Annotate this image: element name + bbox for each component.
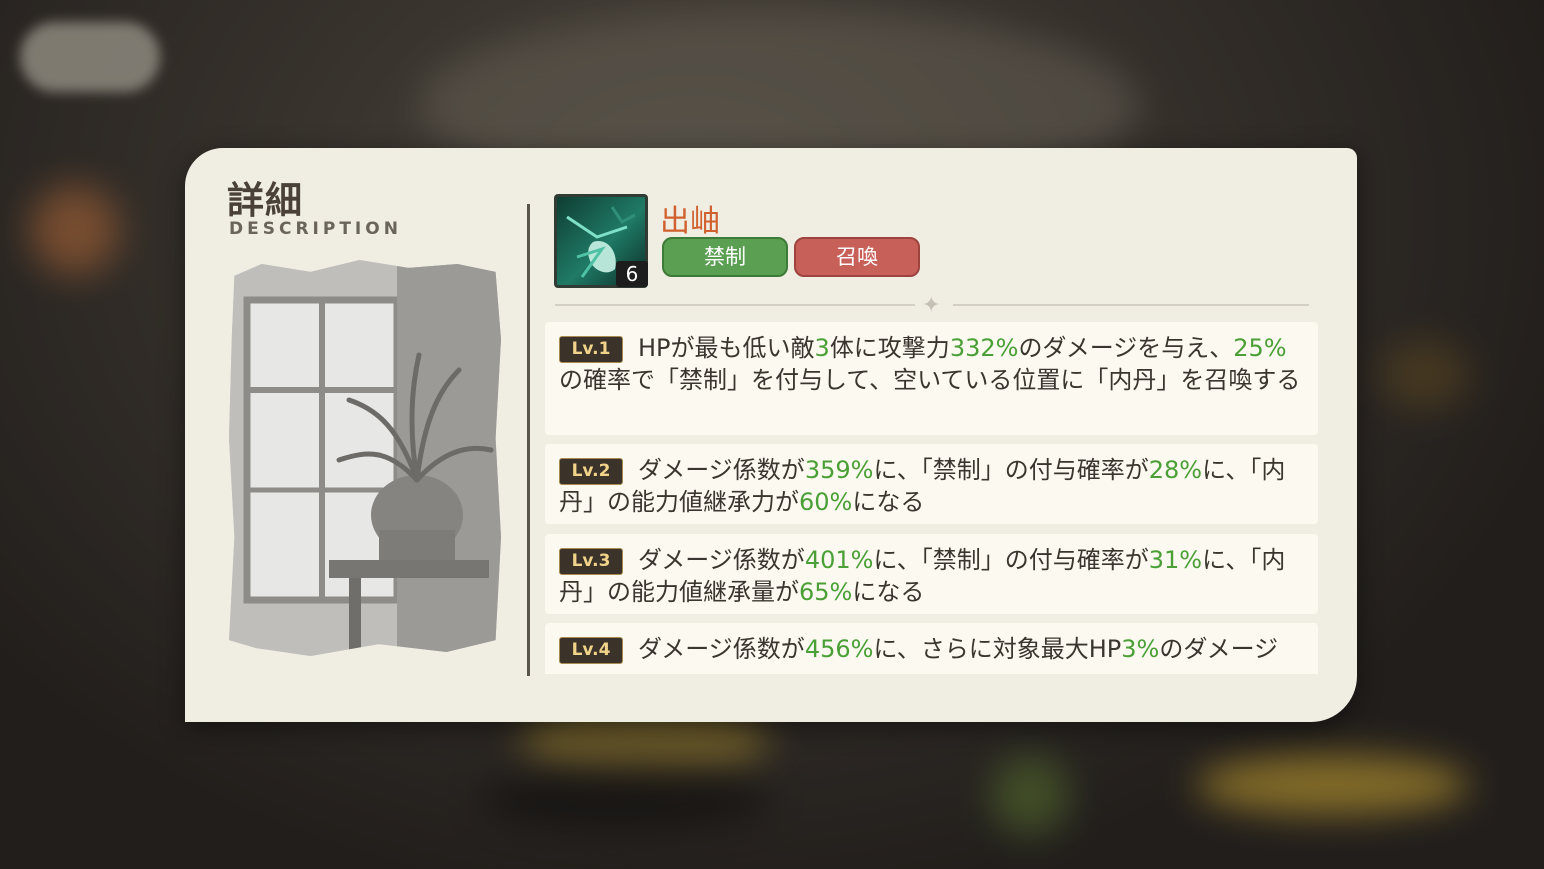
level-entry: Lv.1 HPが最も低い敵3体に攻撃力332%のダメージを与え、25% の確率で「禁… (545, 322, 1318, 435)
separator-star-icon: ✦ (922, 293, 941, 318)
description-text: のダメージを与え、 (1018, 334, 1234, 362)
dialog-title: 詳細 (227, 179, 303, 222)
level-description-list[interactable]: Lv.1 HPが最も低い敵3体に攻撃力332%のダメージを与え、25% の確率で「禁… (545, 322, 1318, 674)
separator-left (555, 304, 915, 306)
value-highlight: 3% (1121, 635, 1160, 663)
level-badge: Lv.1 (559, 336, 623, 363)
description-text: の確率で「禁制」を付与して、空いている位置に「内丹」を召喚する (559, 366, 1301, 394)
description-text: に、「禁制」の付与確率が (873, 456, 1149, 484)
description-text: に、「禁制」の付与確率が (873, 546, 1149, 574)
value-highlight: 3 (814, 334, 830, 362)
description-text: ダメージ係数が (638, 635, 805, 663)
tag-summon: 召喚 (794, 237, 920, 277)
description-text: のダメージ (1159, 635, 1279, 663)
vertical-divider (527, 204, 530, 676)
level-entry: Lv.4 ダメージ係数が456%に、さらに対象最大HP3%のダメージ (545, 623, 1318, 674)
description-text: に、さらに対象最大HP (873, 635, 1122, 663)
level-text: Lv.1 HPが最も低い敵3体に攻撃力332%のダメージを与え、25% の確率で「禁… (559, 332, 1304, 396)
value-highlight: 25% (1233, 334, 1287, 362)
description-text: になる (852, 578, 925, 606)
value-highlight: 65% (799, 578, 853, 606)
separator-right (953, 304, 1309, 306)
value-highlight: 28% (1148, 456, 1203, 484)
description-text: ダメージ係数が (638, 546, 805, 574)
tag-restriction: 禁制 (662, 237, 788, 277)
description-text: HPが最も低い敵 (638, 334, 815, 362)
level-badge: Lv.3 (559, 548, 623, 575)
skill-level-badge: 6 (616, 261, 648, 287)
level-badge: Lv.4 (559, 637, 623, 664)
level-entry: Lv.3 ダメージ係数が401%に、「禁制」の付与確率が31%に、「内丹」の能力値… (545, 534, 1318, 614)
level-text: Lv.3 ダメージ係数が401%に、「禁制」の付与確率が31%に、「内丹」の能力値… (559, 544, 1304, 608)
level-badge: Lv.2 (559, 458, 623, 485)
description-dialog: 詳細 DESCRIPTION 6 出岫 禁制 召喚 ✦ Lv.1 HPが最も低い… (185, 148, 1357, 722)
value-highlight: 31% (1148, 546, 1203, 574)
value-highlight: 332% (949, 334, 1019, 362)
value-highlight: 60% (799, 488, 853, 516)
level-entry: Lv.2 ダメージ係数が359%に、「禁制」の付与確率が28%に、「内丹」の能力値… (545, 444, 1318, 524)
skill-name: 出岫 (660, 204, 720, 239)
value-highlight: 456% (804, 635, 874, 663)
dialog-subtitle: DESCRIPTION (229, 219, 402, 239)
description-text: 体に攻撃力 (829, 334, 950, 362)
value-highlight: 401% (804, 546, 874, 574)
level-text: Lv.4 ダメージ係数が456%に、さらに対象最大HP3%のダメージ (559, 633, 1304, 665)
value-highlight: 359% (804, 456, 874, 484)
description-text: になる (852, 488, 925, 516)
window-plant-illustration (229, 260, 501, 656)
description-text: ダメージ係数が (638, 456, 805, 484)
level-text: Lv.2 ダメージ係数が359%に、「禁制」の付与確率が28%に、「内丹」の能力値… (559, 454, 1304, 518)
